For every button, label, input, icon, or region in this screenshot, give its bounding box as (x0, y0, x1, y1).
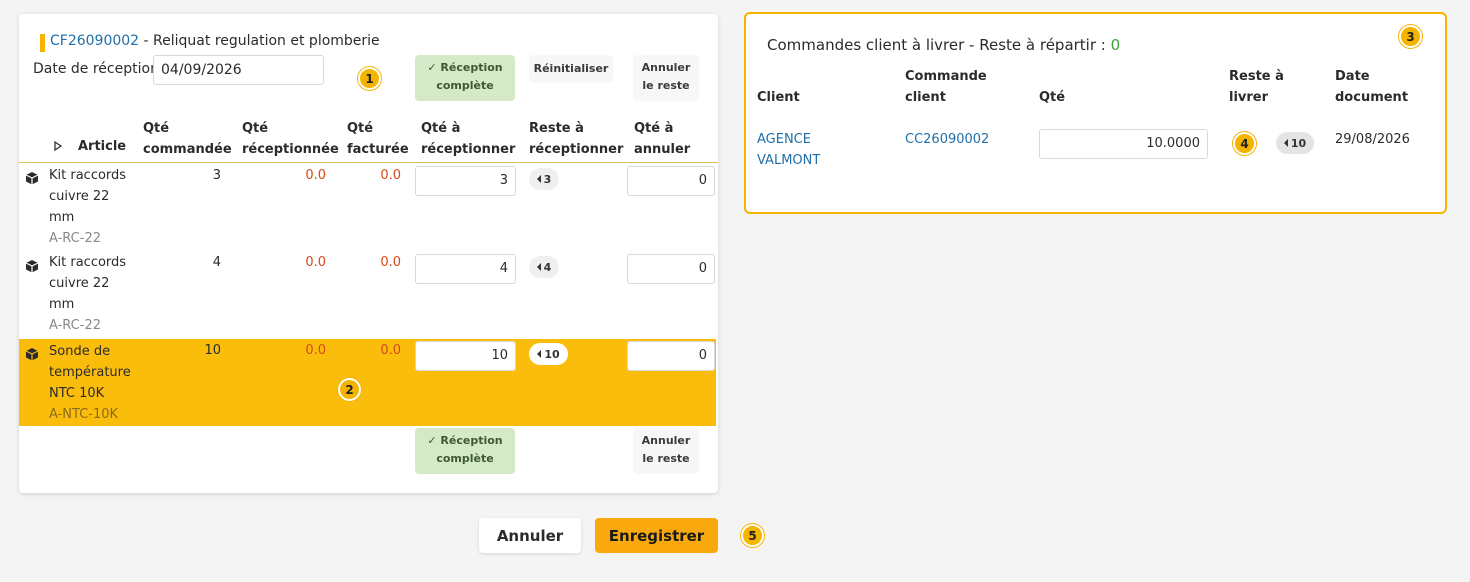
col-qty-to-receive-header: Qté à réceptionner (421, 121, 516, 157)
panel-title: Commandes client à livrer - Reste à répa… (767, 36, 1121, 54)
order-separator: - (139, 33, 154, 49)
check-icon: ✓ (427, 61, 441, 74)
client-link[interactable]: AGENCE VALMONT (757, 129, 820, 171)
fill-remaining-button[interactable]: 10 (529, 343, 568, 365)
col-remaining-header: Reste à livrer (1229, 69, 1284, 105)
fill-remaining-client-button[interactable]: 10 (1276, 132, 1314, 154)
header-divider (19, 162, 718, 163)
qty-to-receive-input[interactable]: 10 (415, 341, 516, 371)
complete-reception-button-top[interactable]: ✓ Réception complète (415, 55, 515, 101)
qty-to-cancel-input[interactable]: 0 (627, 166, 715, 196)
qty-received: 0.0 (305, 168, 326, 183)
article-name: Kit raccords cuivre 22 mm A-RC-22 (49, 168, 127, 246)
save-button[interactable]: Enregistrer (595, 518, 718, 553)
col-client-header: Client (757, 90, 800, 105)
reception-date-input[interactable] (153, 55, 324, 85)
qty-ordered: 4 (212, 255, 221, 270)
caret-left-icon (536, 175, 541, 183)
article-name: Sonde de température NTC 10K A-NTC-10K (49, 344, 131, 422)
col-article-header[interactable]: Article (78, 136, 126, 157)
client-orders-panel: Commandes client à livrer - Reste à répa… (744, 12, 1447, 214)
col-date-header: Date document (1335, 69, 1409, 105)
remaining-to-distribute: 0 (1110, 36, 1121, 54)
complete-reception-button-bottom[interactable]: ✓ Réception complète (415, 428, 515, 474)
col-client-order-header: Commande client (905, 69, 987, 105)
col-qty-ordered-header: Qté commandée (143, 121, 232, 157)
qty-to-receive-input[interactable]: 3 (415, 166, 516, 196)
qty-to-cancel-input[interactable]: 0 (627, 341, 715, 371)
box-icon (25, 171, 39, 189)
order-ref-link[interactable]: CF26090002 (50, 33, 139, 49)
qty-to-cancel-input[interactable]: 0 (627, 254, 715, 284)
step-badge-2: 2 (338, 378, 361, 401)
fill-remaining-button[interactable]: 4 (529, 256, 559, 278)
box-icon (25, 259, 39, 277)
qty-received: 0.0 (305, 343, 326, 358)
check-icon: ✓ (427, 434, 441, 447)
caret-left-icon (536, 263, 541, 271)
caret-left-icon (1283, 139, 1288, 147)
order-marker (40, 34, 45, 52)
fill-remaining-button[interactable]: 3 (529, 168, 559, 190)
cancel-rest-button-bottom[interactable]: Annuler le reste (633, 428, 699, 474)
qty-received: 0.0 (305, 255, 326, 270)
col-qty-received-header: Qté réceptionnée (242, 121, 339, 157)
col-qty-invoiced-header: Qté facturée (347, 121, 409, 157)
step-badge-5: 5 (741, 524, 764, 547)
step-badge-3: 3 (1399, 25, 1422, 48)
client-qty-input[interactable]: 10.0000 (1039, 129, 1208, 159)
reception-date-label: Date de réception (33, 61, 159, 77)
box-icon (25, 347, 39, 365)
step-badge-4: 4 (1233, 132, 1256, 155)
qty-to-receive-input[interactable]: 4 (415, 254, 516, 284)
col-qty-header: Qté (1039, 90, 1066, 105)
col-qty-to-cancel-header: Qté à annuler (634, 121, 691, 157)
qty-invoiced: 0.0 (380, 343, 401, 358)
qty-ordered: 10 (204, 343, 221, 358)
caret-left-icon (537, 350, 542, 358)
expand-chevron-icon[interactable] (54, 140, 63, 155)
order-description: Reliquat regulation et plomberie (153, 33, 380, 49)
qty-invoiced: 0.0 (380, 168, 401, 183)
article-name: Kit raccords cuivre 22 mm A-RC-22 (49, 255, 127, 333)
order-header: CF26090002 - Reliquat regulation et plom… (50, 33, 380, 49)
cancel-button[interactable]: Annuler (479, 518, 581, 553)
reset-button[interactable]: Réinitialiser (529, 55, 613, 83)
col-remaining-header: Reste à réceptionner (529, 121, 624, 157)
document-date: 29/08/2026 (1335, 132, 1410, 147)
qty-invoiced: 0.0 (380, 255, 401, 270)
step-badge-1: 1 (358, 67, 381, 90)
qty-ordered: 3 (212, 168, 221, 183)
client-order-link[interactable]: CC26090002 (905, 129, 989, 150)
cancel-rest-button-top[interactable]: Annuler le reste (633, 55, 699, 101)
reception-card: CF26090002 - Reliquat regulation et plom… (19, 14, 718, 493)
